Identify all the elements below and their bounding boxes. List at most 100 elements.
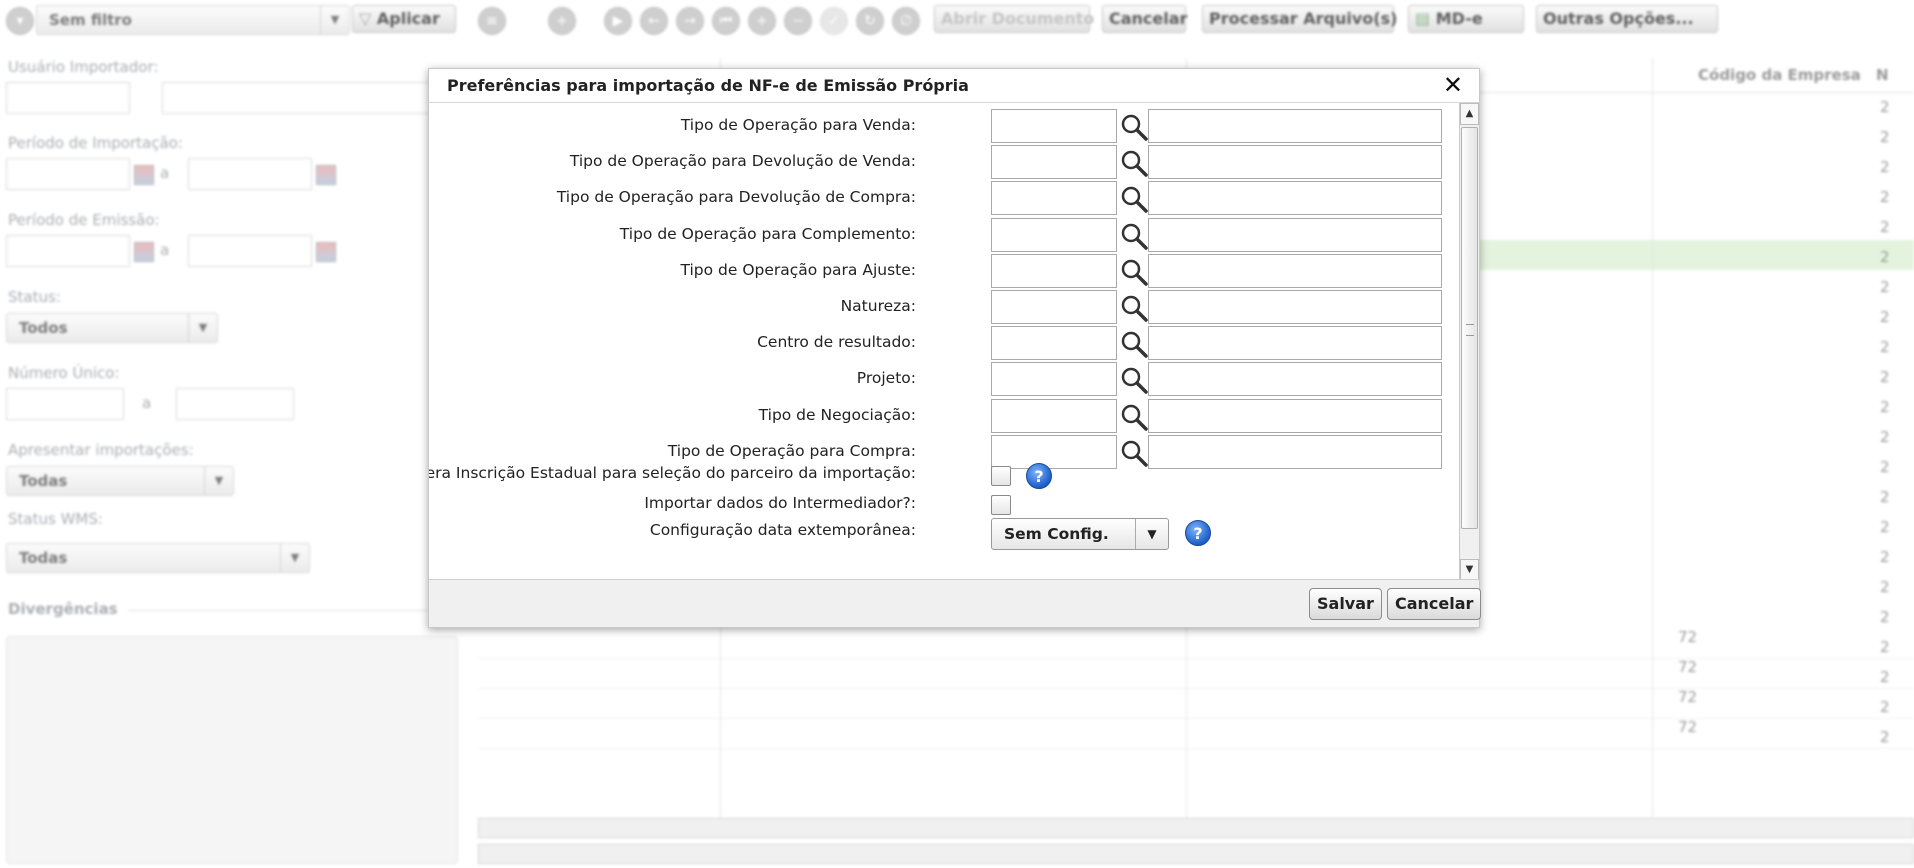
intermediary-checkbox[interactable] <box>991 495 1011 515</box>
emission-period-label: Período de Emissão: <box>8 211 160 229</box>
row-cell: 72 <box>1678 628 1698 646</box>
row-cell: 2 <box>1880 488 1890 506</box>
plus-icon[interactable]: + <box>748 7 776 35</box>
apply-label: Aplicar <box>376 9 440 28</box>
calendar-icon[interactable] <box>316 165 336 185</box>
lookup-code-input[interactable] <box>991 362 1117 397</box>
import-end-input[interactable] <box>188 158 312 190</box>
scroll-up-icon[interactable]: ▲ <box>1460 103 1479 125</box>
lookup-description-input[interactable] <box>1148 326 1442 361</box>
magnifier-icon[interactable] <box>1119 148 1149 178</box>
table-row[interactable]: 72 <box>478 658 1914 689</box>
arrow-right-icon[interactable]: → <box>676 7 704 35</box>
magnifier-icon[interactable] <box>1119 221 1149 251</box>
mde-button[interactable]: ▤ MD-e <box>1408 5 1524 33</box>
extra-header: N <box>1876 66 1889 84</box>
magnifier-icon[interactable] <box>1119 402 1149 432</box>
arrow-left-icon[interactable]: ← <box>640 7 668 35</box>
apply-button[interactable]: ▽ Aplicar <box>352 5 456 33</box>
calendar-icon[interactable] <box>134 165 154 185</box>
save-button[interactable]: Salvar <box>1309 588 1382 620</box>
lookup-code-input[interactable] <box>991 253 1117 288</box>
attach-icon[interactable]: ∅ <box>892 7 920 35</box>
lookup-description-input[interactable] <box>1148 181 1442 216</box>
refresh-icon[interactable]: ↻ <box>856 7 884 35</box>
toolbar-cancel-button[interactable]: Cancelar <box>1102 5 1187 33</box>
magnifier-icon[interactable] <box>1119 365 1149 395</box>
grid-hscroll[interactable] <box>478 818 1914 838</box>
lookup-label: Tipo de Operação para Compra: <box>667 441 916 460</box>
magnifier-icon[interactable] <box>1119 293 1149 323</box>
table-row[interactable]: 72 <box>478 628 1914 659</box>
lookup-description-input[interactable] <box>1148 362 1442 397</box>
table-row[interactable]: 72 <box>478 688 1914 719</box>
help-icon[interactable]: ? <box>1026 463 1052 489</box>
lookup-code-input[interactable] <box>991 109 1117 143</box>
lookup-code-input[interactable] <box>991 181 1117 216</box>
help-icon[interactable]: ? <box>1185 520 1211 546</box>
lookup-code-input[interactable] <box>991 326 1117 361</box>
magnifier-icon[interactable] <box>1119 112 1149 142</box>
calendar-icon[interactable] <box>134 242 154 262</box>
lookup-description-input[interactable] <box>1148 398 1442 433</box>
lookup-description-input[interactable] <box>1148 109 1442 143</box>
row-cell: 2 <box>1880 608 1890 626</box>
date-config-select[interactable]: Sem Config. ▼ <box>991 518 1169 550</box>
more-options-button[interactable]: Outras Opções... <box>1536 5 1718 33</box>
magnifier-icon[interactable] <box>1119 329 1149 359</box>
row-cell: 2 <box>1880 698 1890 716</box>
user-code-input[interactable] <box>6 82 130 114</box>
add-icon[interactable]: + <box>548 7 576 35</box>
table-row[interactable]: 72 <box>478 718 1914 749</box>
process-files-button[interactable]: Processar Arquivo(s) <box>1202 5 1397 33</box>
lookup-row: Tipo de Operação para Ajuste: <box>429 253 1459 290</box>
minus-icon[interactable]: − <box>784 7 812 35</box>
ie-checkbox[interactable] <box>991 466 1011 486</box>
row-cell: 2 <box>1880 458 1890 476</box>
filter-icon[interactable]: ▾ <box>6 7 34 35</box>
close-icon[interactable]: ✕ <box>1443 71 1463 99</box>
lookup-description-input[interactable] <box>1148 217 1442 252</box>
check-icon[interactable]: ✓ <box>820 7 848 35</box>
lookup-description-input[interactable] <box>1148 290 1442 324</box>
lookup-label: Projeto: <box>856 369 916 388</box>
unique-start-input[interactable] <box>6 388 124 420</box>
lookup-description-input[interactable] <box>1148 145 1442 180</box>
settings-icon[interactable]: ≡ <box>478 7 506 35</box>
grip-icon <box>1466 324 1474 336</box>
open-document-button[interactable]: Abrir Documento <box>934 5 1094 33</box>
lookup-description-input[interactable] <box>1148 253 1442 288</box>
play-icon[interactable]: ▶ <box>604 7 632 35</box>
show-imports-select[interactable]: Todas ▼ <box>6 466 234 496</box>
divergences-panel <box>6 636 458 864</box>
lookup-code-input[interactable] <box>991 145 1117 180</box>
lookup-code-input[interactable] <box>991 290 1117 324</box>
user-importer-label: Usuário Importador: <box>8 58 159 76</box>
row-cell: 2 <box>1880 578 1890 596</box>
status-label: Status: <box>8 288 61 306</box>
company-code-header: Código da Empresa <box>1698 66 1861 84</box>
emission-start-input[interactable] <box>6 235 130 267</box>
dialog-vscroll[interactable]: ▲ ▼ <box>1459 103 1479 581</box>
calendar-icon[interactable] <box>316 242 336 262</box>
lookup-code-input[interactable] <box>991 398 1117 433</box>
scroll-thumb[interactable] <box>1461 127 1478 529</box>
filter-select[interactable]: Sem filtro ▼ <box>36 5 350 35</box>
first-icon[interactable]: ⏮ <box>712 7 740 35</box>
lookup-code-input[interactable] <box>991 217 1117 252</box>
user-name-input[interactable] <box>162 82 432 114</box>
cancel-button[interactable]: Cancelar <box>1387 588 1482 620</box>
magnifier-icon[interactable] <box>1119 257 1149 287</box>
emission-end-input[interactable] <box>188 235 312 267</box>
scroll-down-icon[interactable]: ▼ <box>1460 559 1479 581</box>
page-hscroll[interactable] <box>478 844 1914 864</box>
wms-status-select[interactable]: Todas ▼ <box>6 543 310 573</box>
magnifier-icon[interactable] <box>1119 184 1149 214</box>
chevron-down-icon: ▼ <box>1135 519 1168 549</box>
row-cell: 2 <box>1880 98 1890 116</box>
row-cell: 2 <box>1880 218 1890 236</box>
ie-checkbox-label: Considera Inscrição Estadual para seleçã… <box>429 464 916 482</box>
status-select[interactable]: Todos ▼ <box>6 313 218 343</box>
import-start-input[interactable] <box>6 158 130 190</box>
unique-end-input[interactable] <box>176 388 294 420</box>
